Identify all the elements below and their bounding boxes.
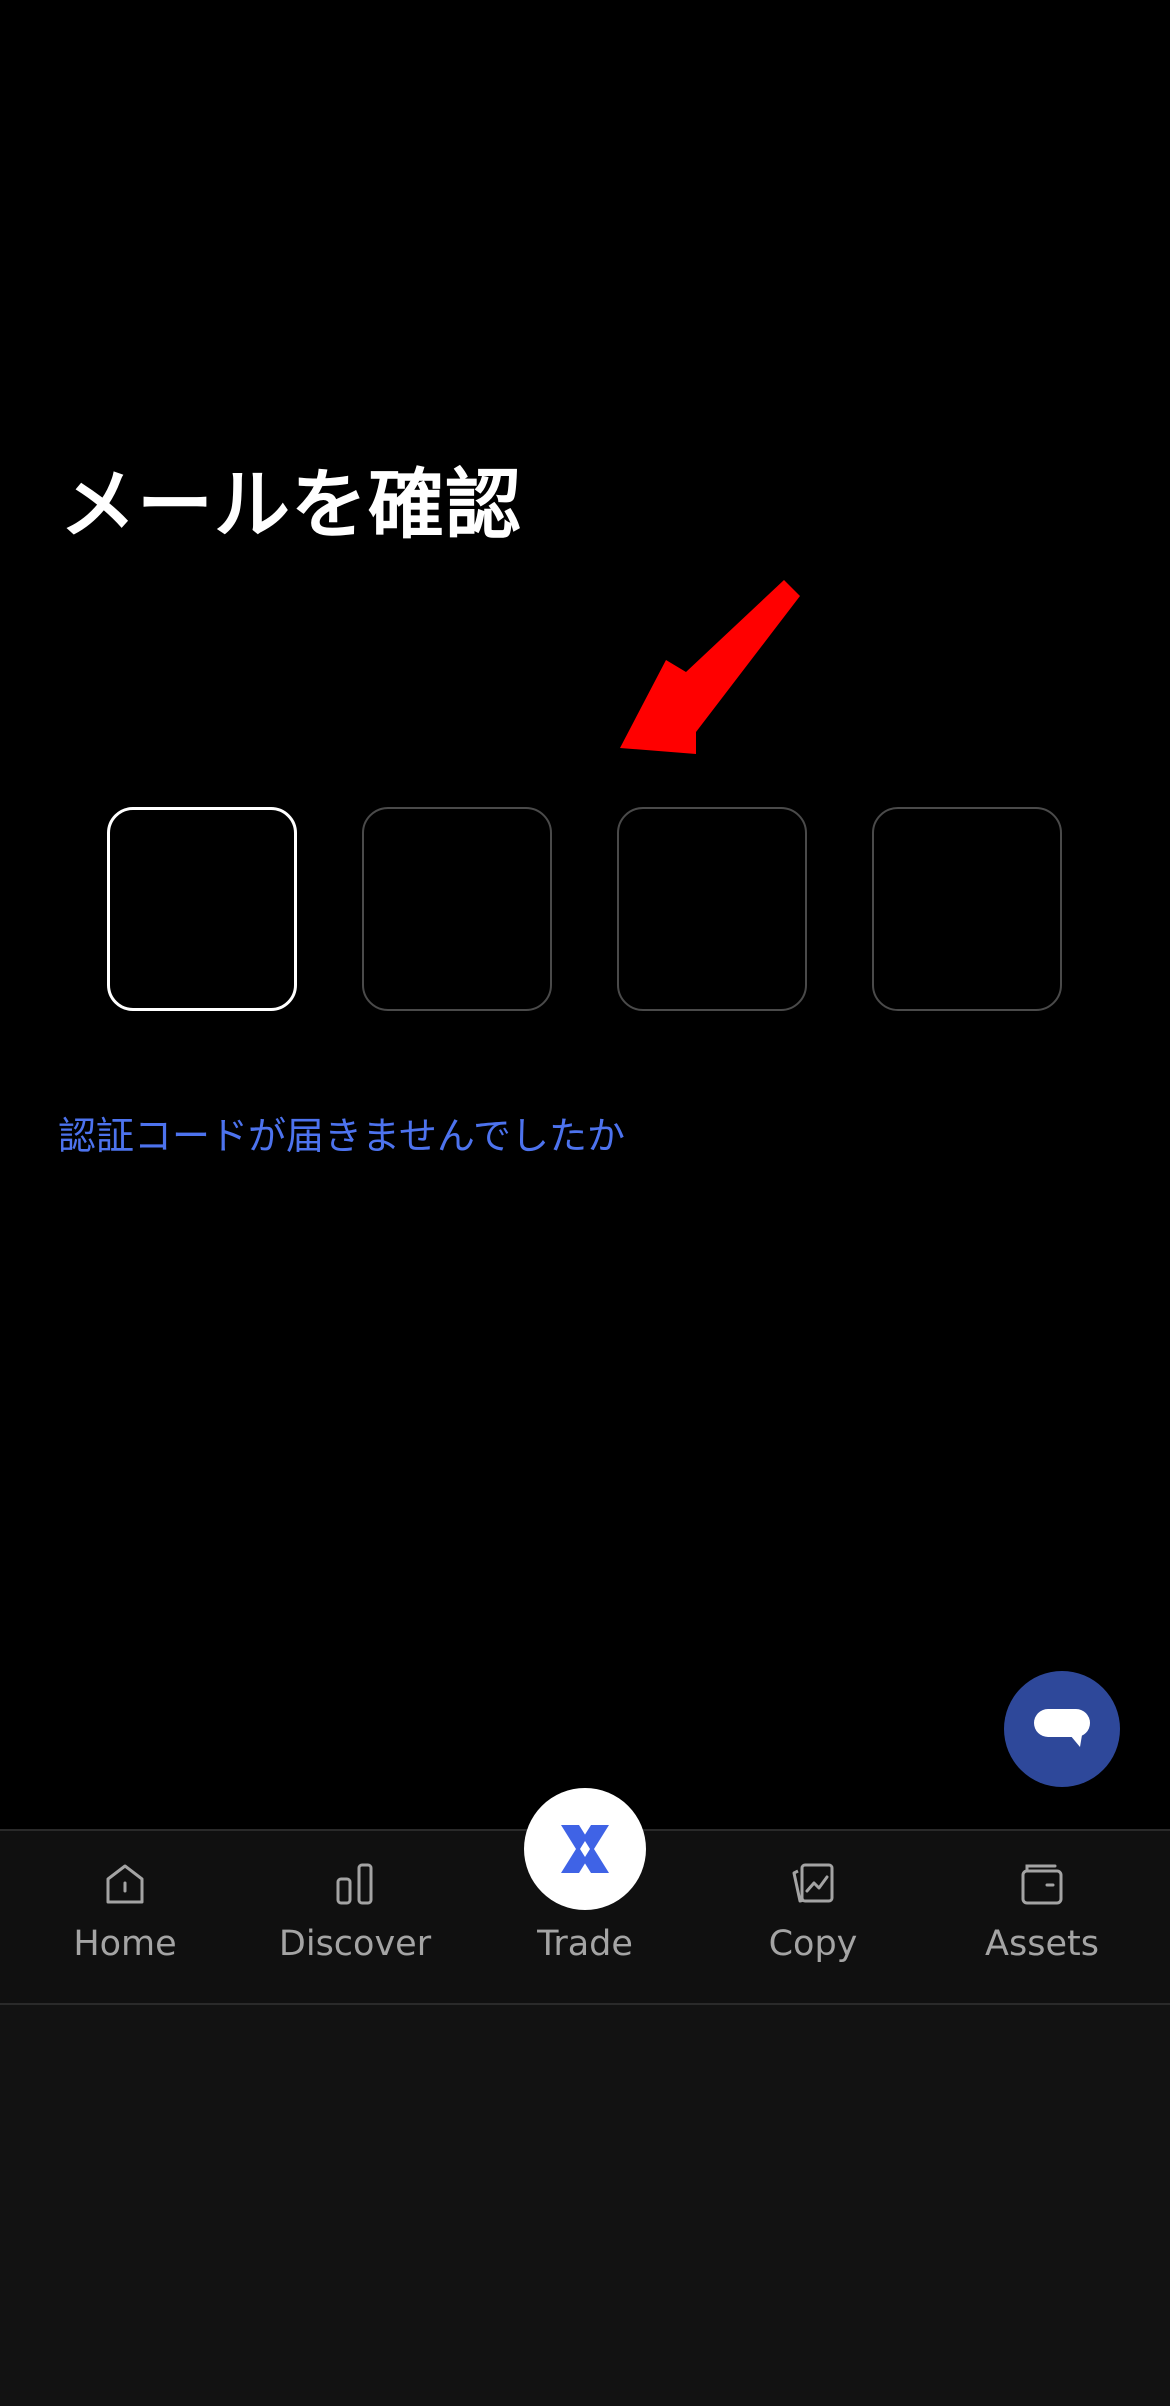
home-icon <box>106 1864 144 1904</box>
trade-x-icon <box>561 1825 609 1873</box>
email-verification-screen: メールを確認 認証コードが届きませんでしたか Home Discover Tra… <box>0 0 1170 2406</box>
bar-chart-icon <box>336 1863 373 1905</box>
code-digit-4[interactable] <box>872 807 1062 1011</box>
chat-support-button[interactable] <box>1004 1671 1120 1787</box>
nav-item-assets[interactable]: Assets <box>927 1831 1157 2007</box>
nav-label-assets: Assets <box>985 1924 1099 1964</box>
nav-item-discover[interactable]: Discover <box>240 1831 470 2007</box>
nav-label-trade: Trade <box>537 1924 633 1964</box>
nav-item-home[interactable]: Home <box>10 1831 240 2007</box>
page-title: メールを確認 <box>60 460 522 549</box>
resend-code-link[interactable]: 認証コードが届きませんでしたか <box>58 1108 625 1164</box>
nav-label-discover: Discover <box>278 1924 432 1964</box>
annotation-arrow-icon <box>620 580 800 754</box>
nav-item-copy[interactable]: Copy <box>698 1831 928 2007</box>
nav-label-home: Home <box>73 1924 177 1964</box>
chat-bubble-icon <box>1034 1709 1090 1747</box>
code-digit-3[interactable] <box>617 807 807 1011</box>
code-digit-2[interactable] <box>362 807 552 1011</box>
bottom-safe-area <box>0 2005 1170 2406</box>
copy-trade-icon <box>792 1863 834 1903</box>
trade-center-button[interactable] <box>524 1788 646 1910</box>
code-digit-1[interactable] <box>107 807 297 1011</box>
wallet-icon <box>1021 1864 1063 1905</box>
nav-label-copy: Copy <box>768 1924 858 1964</box>
